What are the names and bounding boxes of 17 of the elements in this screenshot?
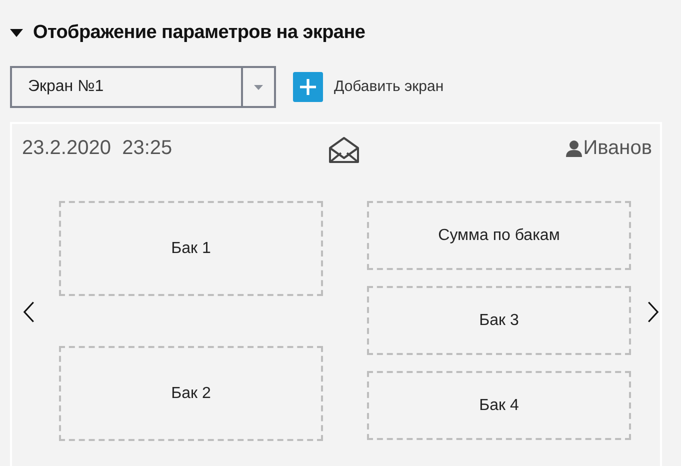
tank-widget[interactable]: Бак 3 <box>367 286 631 355</box>
tank-widget[interactable]: Бак 4 <box>367 371 631 440</box>
date-time: 23.2.2020 23:25 <box>22 136 174 161</box>
section-title: Отображение параметров на экране <box>33 20 366 45</box>
collapse-caret-icon[interactable] <box>10 29 23 37</box>
tank-widget[interactable]: Бак 1 <box>59 201 323 296</box>
envelope-icon <box>328 136 360 164</box>
screen-dropdown[interactable]: Экран №1 <box>10 66 276 108</box>
dropdown-value: Экран №1 <box>27 77 105 97</box>
tank-widget[interactable]: Сумма по бакам <box>367 201 631 270</box>
add-screen-button[interactable] <box>293 72 323 102</box>
plus-icon <box>299 78 317 96</box>
caret-icon <box>254 84 263 90</box>
user-icon <box>566 140 582 156</box>
user-name: Иванов <box>583 136 652 161</box>
tank-widget[interactable]: Бак 2 <box>59 346 323 441</box>
add-screen-label[interactable]: Добавить экран <box>334 76 444 98</box>
